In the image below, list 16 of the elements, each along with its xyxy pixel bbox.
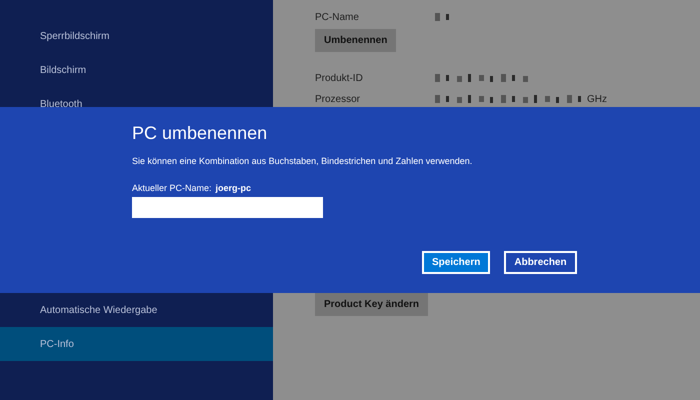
sidebar-item[interactable]: Sperrbildschirm — [0, 19, 273, 53]
dialog-description: Sie können eine Kombination aus Buchstaben, Bindestrichen und Zahlen verwenden. — [132, 156, 474, 166]
dialog-title: PC umbenennen — [132, 123, 268, 144]
unit-text: GHz — [587, 94, 607, 104]
field-label: Prozessor — [315, 94, 362, 104]
product-key-button[interactable]: Product Key ändern — [315, 293, 428, 316]
cancel-button[interactable]: Abbrechen — [504, 251, 577, 274]
sidebar-item[interactable]: Automatische Wiedergabe — [0, 293, 273, 327]
save-button[interactable]: Speichern — [422, 251, 490, 274]
sidebar-item[interactable]: Bildschirm — [0, 53, 273, 87]
current-name-text: Aktueller PC-Name: joerg-pc — [132, 183, 252, 193]
field-label: PC-Name — [315, 12, 360, 22]
sidebar-item[interactable]: PC-Info — [0, 327, 273, 361]
rename-button[interactable]: Umbenennen — [315, 29, 396, 52]
field-label: Produkt-ID — [315, 72, 364, 84]
name-input-field[interactable] — [132, 197, 323, 218]
